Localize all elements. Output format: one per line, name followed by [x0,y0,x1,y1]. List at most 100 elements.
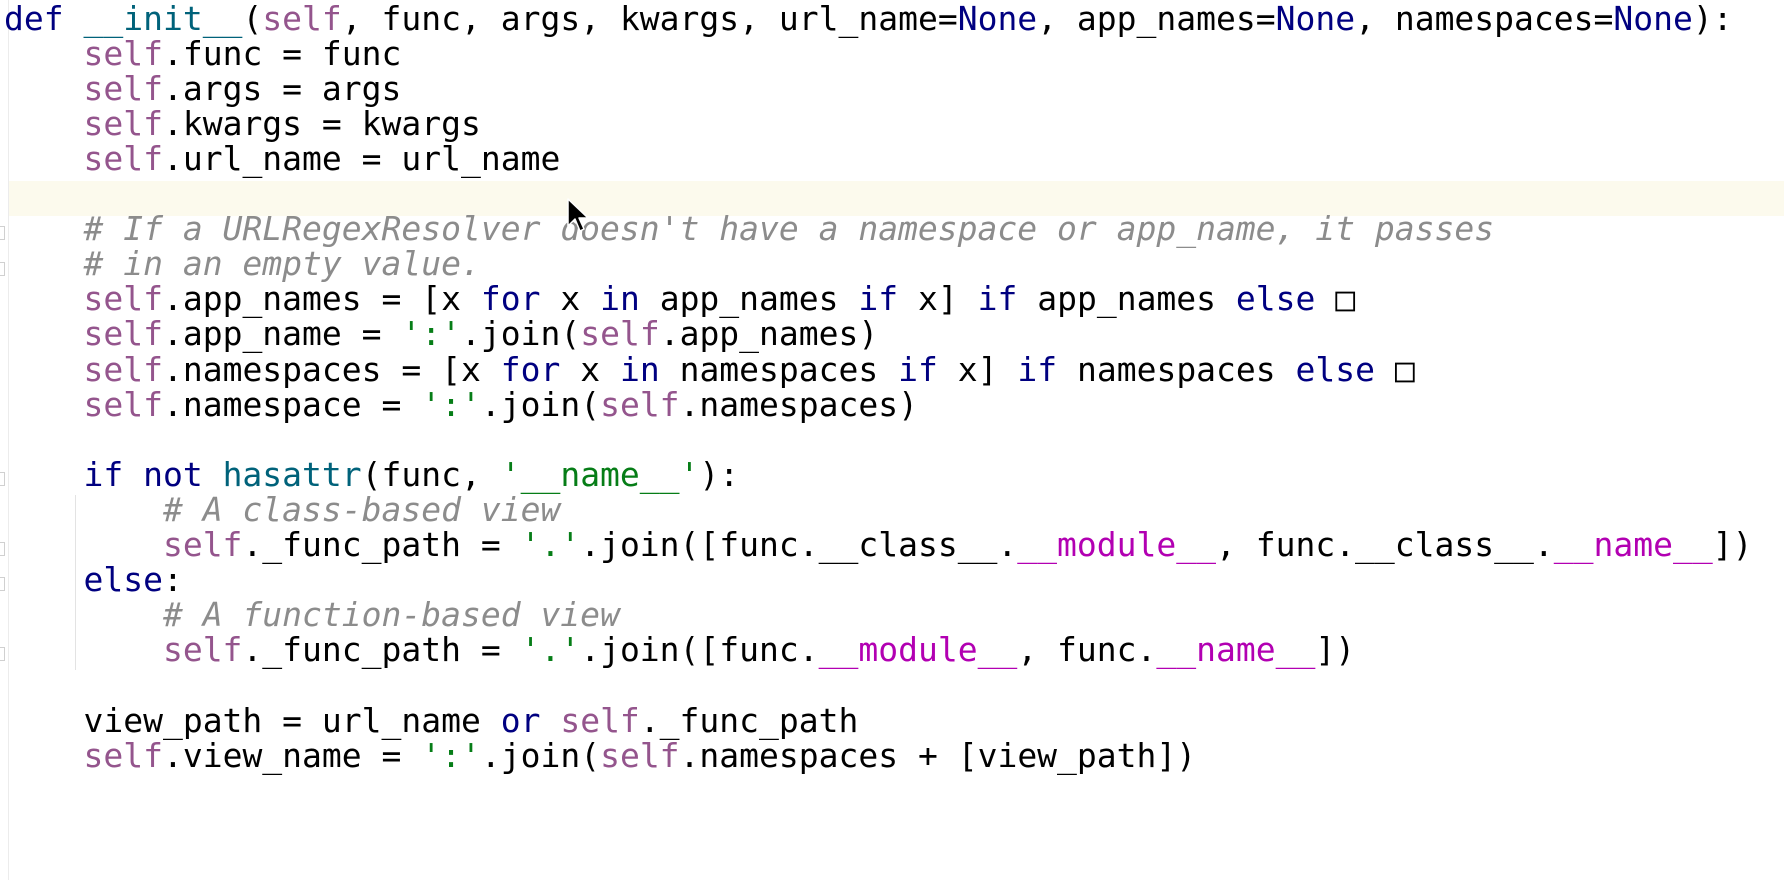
code-token: ._func_path = [242,630,521,670]
code-token: None [1613,0,1693,38]
code-line[interactable]: self.namespace = ':'.join(self.namespace… [4,385,918,425]
code-token: __module__ [1017,525,1216,564]
code-line[interactable]: # If a URLRegexResolver doesn't have a n… [4,209,1494,249]
code-token: x [540,279,601,319]
code-line[interactable]: self.view_name = ':'.join(self.namespace… [4,736,1196,776]
code-token: or [500,700,561,740]
code-token: in [619,349,660,389]
code-line[interactable]: # in an empty value. [4,244,481,284]
code-token: '__name__' [500,454,700,494]
code-token: if [1017,349,1058,389]
code-token: ._func_path [639,700,859,740]
code-token: # in an empty value. [83,244,481,284]
code-token: ): [699,454,740,494]
code-token: self [83,314,163,354]
code-token: .join([func.__class__. [580,525,1018,564]
code-token: self [83,68,163,108]
code-token: .join([func. [580,630,819,670]
code-line[interactable]: # A function-based view [4,595,620,635]
code-token: : [162,560,183,600]
code-token: self [83,384,163,424]
code-token: self [600,735,680,775]
code-token: if [977,279,1018,319]
code-token: .join( [480,735,601,775]
code-line[interactable]: self._func_path = '.'.join([func.__modul… [4,630,1355,670]
code-token: if [858,279,899,319]
code-token: .app_names = [x [162,279,481,319]
code-line[interactable]: self.namespaces = [x for x in namespaces… [4,349,1415,390]
code-token: ( [242,0,263,38]
code-token: .kwargs = kwargs [162,103,481,143]
code-line[interactable]: else: [4,560,183,600]
code-token: .namespace = [162,384,422,424]
code-line[interactable]: view_path = url_name or self._func_path [4,701,858,741]
code-token: self [580,314,660,354]
code-token: __init__ [83,0,243,38]
code-token: .app_names) [659,314,879,354]
code-token: app_names [639,279,859,319]
code-token: ]) [1315,630,1356,670]
code-token: self [262,0,342,38]
code-token: .args = args [162,68,402,108]
code-token: self [83,138,163,178]
code-line[interactable]: self.func = func [4,34,401,74]
code-token: if [898,349,938,389]
code-token: ._func_path = [242,525,521,564]
code-token: self [83,103,163,143]
code-token: .namespaces + [view_path]) [679,735,1197,775]
code-token: __name__ [1156,630,1316,670]
code-line[interactable]: self.app_names = [x for x in app_names i… [4,279,1355,319]
code-token: ':' [401,314,461,354]
code-token: .view_name = [162,735,422,775]
code-line[interactable]: self.app_name = ':'.join(self.app_names) [4,314,878,354]
code-token: □ [1375,349,1415,389]
code-token: else [1235,279,1316,319]
code-line[interactable]: self.args = args [4,69,401,109]
code-token: __module__ [818,630,1018,670]
code-token: ':' [421,384,481,424]
code-token: # If a URLRegexResolver doesn't have a n… [83,209,1495,249]
code-token: '.' [520,525,581,564]
code-line[interactable]: self.url_name = url_name [4,139,560,179]
code-line[interactable]: self._func_path = '.'.join([func.__class… [4,525,1753,565]
code-token: .url_name = url_name [162,138,561,178]
code-token: in [600,279,640,319]
code-token: for [500,349,561,389]
code-token: self [83,735,163,775]
code-token: ]) [1712,525,1753,564]
code-token: namespaces [1057,349,1296,389]
code-token: self [162,630,243,670]
code-token: .app_name = [162,314,402,354]
code-editor[interactable]: def __init__(self, func, args, kwargs, u… [0,0,1784,896]
code-token: view_path = url_name [83,700,501,740]
code-token: if not [83,454,223,494]
code-token: .join( [480,384,601,424]
code-token: self [600,384,680,424]
code-line[interactable]: self.kwargs = kwargs [4,103,481,144]
code-line[interactable]: # A class-based view [4,490,560,530]
code-token: x] [937,349,1018,389]
code-token: __name__ [1553,525,1713,564]
code-token: # A class-based view [162,489,561,529]
code-token: self [162,525,243,564]
code-token: for [480,279,541,319]
code-token: x [560,349,620,389]
code-line[interactable]: if not hasattr(func, '__name__'): [4,455,739,495]
code-token: , app_names= [1037,0,1276,38]
code-token: □ [1315,279,1356,319]
